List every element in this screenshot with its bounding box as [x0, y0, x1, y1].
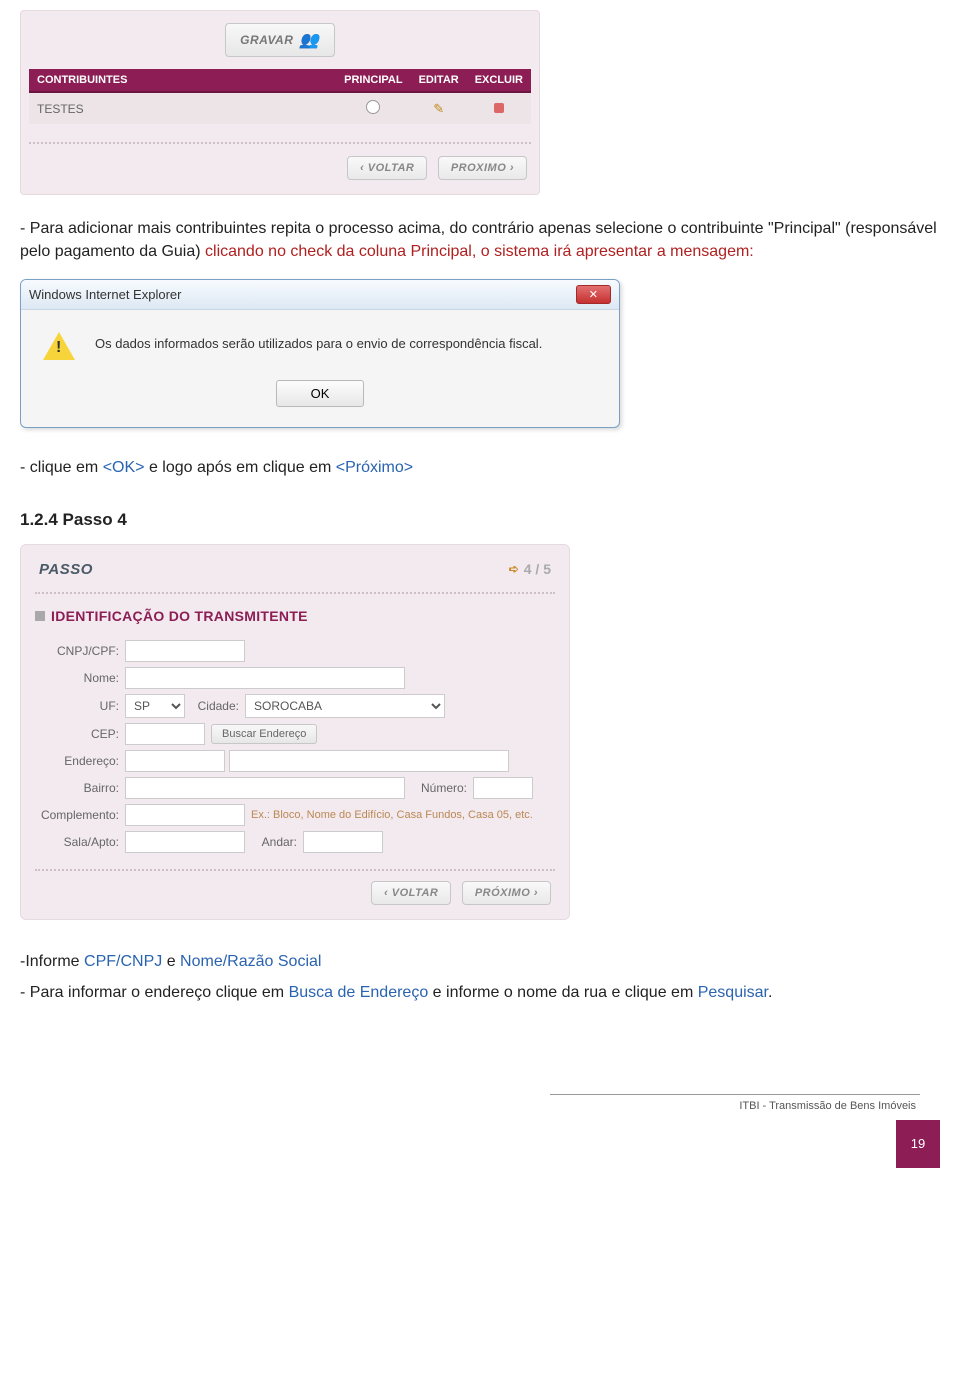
page-number: 19	[896, 1120, 940, 1168]
label-endereco: Endereço:	[35, 754, 125, 768]
square-icon	[35, 611, 45, 621]
label-bairro: Bairro:	[35, 781, 125, 795]
section-heading: 1.2.4 Passo 4	[20, 510, 940, 530]
col-editar: EDITAR	[411, 69, 467, 92]
ie-dialog: Windows Internet Explorer ✕ Os dados inf…	[20, 279, 620, 428]
label-uf: UF:	[35, 699, 125, 713]
proximo-button[interactable]: PRÓXIMO ›	[462, 881, 551, 905]
endereco-tipo-input[interactable]	[125, 750, 225, 772]
paragraph: - clique em <OK> e logo após em clique e…	[20, 456, 940, 479]
contribuintes-panel: GRAVAR 👥 CONTRIBUINTES PRINCIPAL EDITAR …	[20, 10, 540, 195]
numero-input[interactable]	[473, 777, 533, 799]
gravar-label: GRAVAR	[240, 33, 293, 47]
paragraph: -Informe CPF/CNPJ e Nome/Razão Social	[20, 950, 940, 973]
edit-icon[interactable]: ✎	[433, 101, 444, 116]
delete-icon[interactable]	[494, 103, 504, 113]
col-excluir: EXCLUIR	[467, 69, 531, 92]
complemento-hint: Ex.: Bloco, Nome do Edifício, Casa Fundo…	[251, 809, 533, 821]
principal-radio[interactable]	[366, 100, 380, 114]
label-andar: Andar:	[245, 835, 303, 849]
contribuintes-table: CONTRIBUINTES PRINCIPAL EDITAR EXCLUIR T…	[29, 69, 531, 124]
label-cidade: Cidade:	[185, 699, 245, 713]
divider	[35, 869, 555, 871]
divider	[29, 142, 531, 144]
label-sala: Sala/Apto:	[35, 835, 125, 849]
ok-button[interactable]: OK	[276, 380, 365, 407]
cidade-select[interactable]: SOROCABA	[245, 694, 445, 718]
label-cep: CEP:	[35, 727, 125, 741]
buscar-endereco-button[interactable]: Buscar Endereço	[211, 724, 317, 744]
proximo-button[interactable]: PROXIMO ›	[438, 156, 527, 180]
row-name: TESTES	[29, 92, 336, 124]
label-nome: Nome:	[35, 671, 125, 685]
footer-text: ITBI - Transmissão de Bens Imóveis	[20, 1095, 940, 1112]
arrow-icon: ➪	[509, 562, 519, 576]
section-subtitle: IDENTIFICAÇÃO DO TRANSMITENTE	[35, 608, 555, 624]
paragraph: - Para informar o endereço clique em Bus…	[20, 981, 940, 1004]
col-contribuintes: CONTRIBUINTES	[29, 69, 336, 92]
andar-input[interactable]	[303, 831, 383, 853]
label-numero: Número:	[405, 781, 473, 795]
step-indicator: ➪ 4 / 5	[509, 561, 551, 577]
paragraph: - Para adicionar mais contribuintes repi…	[20, 217, 940, 263]
sala-input[interactable]	[125, 831, 245, 853]
passo-title: PASSO	[39, 561, 93, 578]
label-cnpjcpf: CNPJ/CPF:	[35, 644, 125, 658]
cep-input[interactable]	[125, 723, 205, 745]
warning-icon	[43, 332, 75, 360]
gravar-button[interactable]: GRAVAR 👥	[225, 23, 335, 57]
col-principal: PRINCIPAL	[336, 69, 410, 92]
endereco-input[interactable]	[229, 750, 509, 772]
label-complemento: Complemento:	[35, 808, 125, 822]
people-icon: 👥	[299, 30, 319, 50]
voltar-button[interactable]: ‹ VOLTAR	[347, 156, 427, 180]
uf-select[interactable]: SP	[125, 694, 185, 718]
cnpjcpf-input[interactable]	[125, 640, 245, 662]
divider	[35, 592, 555, 594]
close-icon[interactable]: ✕	[576, 285, 611, 304]
passo4-panel: PASSO ➪ 4 / 5 IDENTIFICAÇÃO DO TRANSMITE…	[20, 544, 570, 920]
dialog-message: Os dados informados serão utilizados par…	[95, 332, 542, 351]
complemento-input[interactable]	[125, 804, 245, 826]
nome-input[interactable]	[125, 667, 405, 689]
voltar-button[interactable]: ‹ VOLTAR	[371, 881, 451, 905]
dialog-title: Windows Internet Explorer	[29, 287, 181, 302]
bairro-input[interactable]	[125, 777, 405, 799]
table-row: TESTES ✎	[29, 92, 531, 124]
page-footer: ITBI - Transmissão de Bens Imóveis 19	[20, 1094, 940, 1112]
